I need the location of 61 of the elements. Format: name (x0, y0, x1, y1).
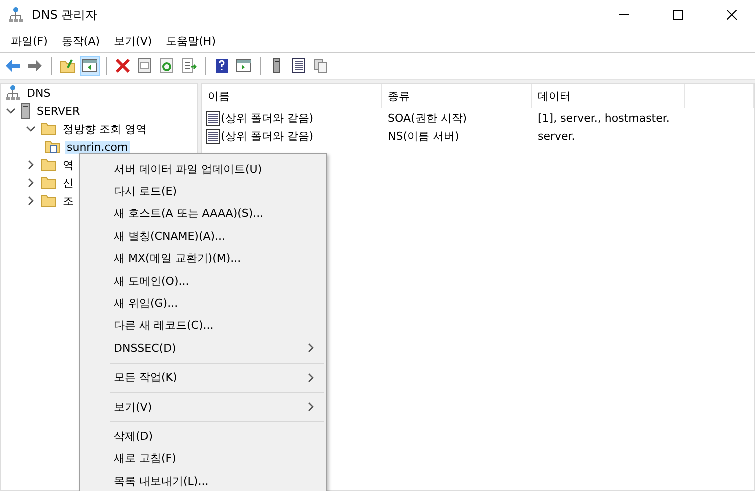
menu-item[interactable]: 파일(F) (4, 34, 55, 48)
menu-option[interactable]: 다시 로드(E) (80, 180, 326, 203)
toolbar-button[interactable] (113, 56, 133, 76)
table-cell-text: NS(이름 서버) (387, 128, 460, 144)
menu-item[interactable]: 도움말(H) (159, 34, 223, 48)
menu-option[interactable]: 목록 내보내기(L)... (80, 470, 326, 491)
list-icon (291, 58, 307, 74)
menu-option[interactable]: 새 호스트(A 또는 AAAA)(S)... (80, 202, 326, 226)
table-cell-text: server. (537, 130, 576, 142)
window-title: DNS 관리자 (32, 6, 99, 24)
toolbar-button[interactable] (80, 56, 100, 76)
folder-icon (41, 158, 57, 172)
folder-icon (41, 176, 57, 190)
maximize-icon[interactable] (673, 10, 683, 20)
tree-item[interactable]: DNS (25, 86, 53, 100)
tree-item[interactable]: 조 (61, 194, 76, 208)
forward-arrow-icon (27, 58, 43, 74)
submenu-option[interactable]: DNSSEC(D) (80, 337, 326, 360)
close-icon[interactable] (727, 10, 737, 20)
tree-item[interactable]: 역 (61, 158, 76, 172)
menu-option[interactable]: 삭제(D) (80, 425, 326, 448)
network-icon (5, 85, 21, 101)
folder-icon (41, 194, 57, 208)
table-cell-text: SOA(권한 시작) (387, 110, 468, 126)
column-header[interactable]: 데이터 (532, 84, 685, 108)
export-list-icon (181, 58, 197, 74)
table-cell-text: [1], server., hostmaster. (537, 112, 671, 124)
menu-option[interactable]: 새로 고침(F) (80, 448, 326, 470)
menu-option[interactable]: 새 MX(메일 교환기)(M)... (80, 248, 326, 270)
menu-item[interactable]: 보기(V) (107, 34, 160, 48)
record-name: (상위 폴더와 같음) (221, 128, 314, 144)
menu-option[interactable]: 새 별칭(CNAME)(A)... (80, 225, 326, 248)
record-icon (206, 128, 220, 144)
column-header[interactable]: 이름 (202, 84, 382, 108)
tree-item[interactable]: sunrin.com (65, 140, 130, 154)
menu-item[interactable]: 동작(A) (54, 34, 108, 48)
menu-option[interactable]: 다른 새 레코드(C)... (80, 314, 326, 338)
network-icon (8, 7, 24, 23)
menu-option[interactable]: 새 도메인(O)... (80, 270, 326, 292)
copy-icon (313, 58, 329, 74)
folder-up-icon (60, 58, 76, 74)
panel-toggle-icon (82, 58, 98, 74)
record-icon (206, 110, 220, 126)
menu-option[interactable]: 새 위임(G)... (80, 292, 326, 315)
tree-item[interactable]: 신 (61, 176, 76, 190)
folder-icon (41, 122, 57, 136)
record-name: (상위 폴더와 같음) (221, 110, 314, 126)
submenu-option[interactable]: 모든 작업(K) (80, 366, 326, 389)
menu-option[interactable]: 서버 데이터 파일 업데이트(U) (80, 158, 326, 180)
zone-file-icon (45, 140, 61, 154)
help-icon (214, 58, 230, 74)
refresh-icon (159, 58, 175, 74)
delete-icon (115, 58, 131, 74)
properties-icon (137, 58, 153, 74)
server-icon (21, 103, 31, 119)
tree-item[interactable]: SERVER (35, 104, 82, 118)
column-header[interactable]: 종류 (382, 84, 532, 108)
action-pane-icon (236, 58, 252, 74)
back-arrow-icon (5, 58, 21, 74)
submenu-option[interactable]: 보기(V) (80, 396, 326, 418)
tree-item[interactable]: 정방향 조회 영역 (61, 122, 149, 136)
